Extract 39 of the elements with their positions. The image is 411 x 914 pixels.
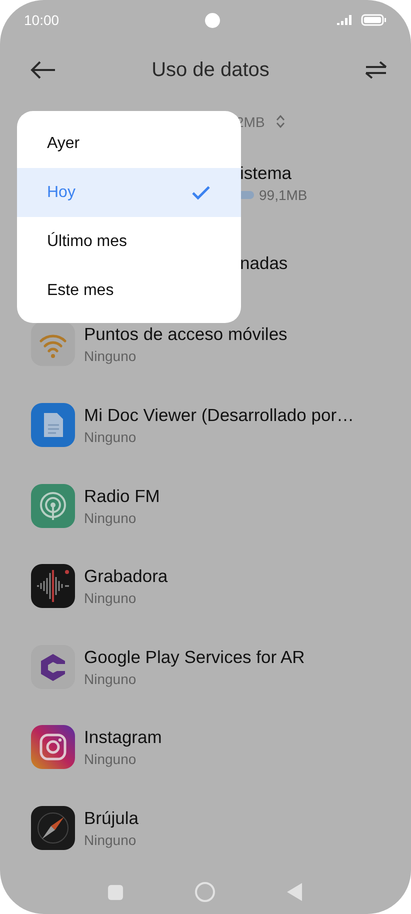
usage-text: Ninguno	[84, 348, 136, 364]
usage-text: Ninguno	[84, 510, 136, 526]
app-name[interactable]: Google Play Services for AR	[84, 646, 305, 668]
usage-text: Ninguno	[84, 832, 136, 848]
menu-option[interactable]: Último mes	[17, 217, 241, 266]
home-button[interactable]	[195, 882, 215, 902]
sort-chevron-icon[interactable]	[276, 115, 285, 128]
waveform-icon	[31, 564, 75, 608]
app-name[interactable]: istema	[240, 163, 308, 184]
document-icon	[31, 403, 75, 448]
app-name[interactable]: Brújula	[84, 808, 138, 830]
menu-option[interactable]: Este mes	[17, 266, 241, 315]
camera-dot	[204, 12, 220, 28]
battery-icon	[360, 14, 387, 26]
app-name[interactable]: Grabadora	[84, 566, 168, 588]
compass-icon	[31, 806, 75, 850]
radio-icon	[31, 484, 75, 528]
back-button[interactable]	[287, 883, 303, 901]
camera-icon	[31, 725, 75, 770]
menu-option[interactable]: Ayer	[17, 119, 241, 168]
app-name[interactable]: Puntos de acceso móviles	[84, 324, 288, 346]
app-name[interactable]: Instagram	[84, 727, 162, 748]
usage-bar	[240, 191, 254, 200]
status-time: 10:00	[24, 12, 60, 28]
checkmark-icon	[192, 186, 210, 200]
usage-text: Ninguno	[84, 670, 136, 687]
usage-text: 99,1MB	[259, 187, 308, 204]
usage-text: Ninguno	[84, 429, 136, 446]
hexagon-c-icon	[31, 644, 75, 689]
usage-text: Ninguno	[84, 751, 136, 768]
swap-icon[interactable]	[364, 61, 387, 79]
app-name[interactable]: nadas	[240, 253, 288, 274]
app-name[interactable]: Mi Doc Viewer (Desarrollado por…	[84, 405, 354, 426]
app-name[interactable]: Radio FM	[84, 486, 160, 507]
hotspot-icon	[31, 322, 75, 366]
back-arrow-icon[interactable]	[30, 61, 56, 79]
recents-button[interactable]	[108, 884, 123, 900]
page-title: Uso de datos	[152, 58, 270, 82]
usage-text: Ninguno	[84, 590, 136, 606]
